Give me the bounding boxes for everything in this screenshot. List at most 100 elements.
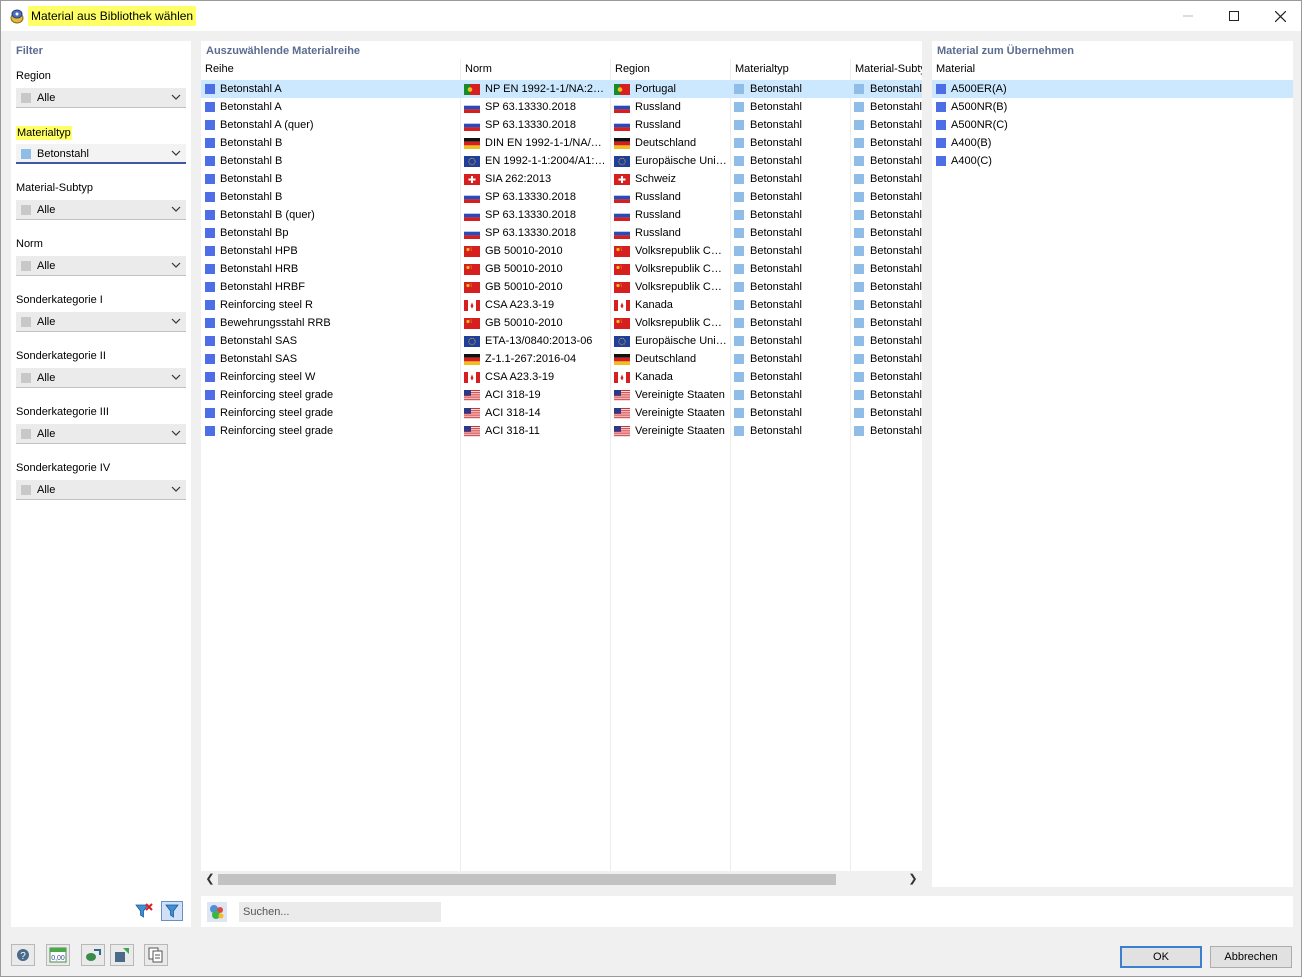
chevron-down-icon	[171, 318, 181, 324]
series-table-row[interactable]: Betonstahl Bp SP 63.13330.2018 Russland Bet…	[201, 224, 922, 242]
flag-ru-icon	[464, 192, 480, 203]
material-type-color-icon	[734, 300, 744, 310]
series-table-row[interactable]: Betonstahl A SP 63.13330.2018 Russland Beto…	[201, 98, 922, 116]
filter-label: Materialtyp	[16, 126, 72, 140]
series-table-row[interactable]: Reinforcing steel grade ACI 318-11 Vereini…	[201, 422, 922, 440]
copy-button[interactable]	[144, 944, 168, 966]
series-name: Betonstahl SAS	[220, 335, 298, 347]
column-header-reihe[interactable]: Reihe	[205, 63, 455, 75]
series-table-row[interactable]: Betonstahl SAS Z-1.1-267:2016-04 Deutschla…	[201, 350, 922, 368]
material-type-color-icon	[734, 354, 744, 364]
material-list-item[interactable]: A500NR(B)	[932, 98, 1293, 116]
series-material-subtype: Betonstahl	[870, 155, 922, 167]
series-norm: GB 50010-2010	[485, 245, 563, 257]
column-header-materialtyp[interactable]: Materialtyp	[735, 63, 845, 75]
series-table-row[interactable]: Betonstahl B SIA 262:2013 Schweiz Betonstah…	[201, 170, 922, 188]
help-button[interactable]: ?	[11, 944, 35, 966]
flag-cn-icon	[614, 282, 630, 293]
column-header-norm[interactable]: Norm	[465, 63, 605, 75]
filter-dropdown[interactable]: Alle	[16, 368, 186, 388]
library-refresh-button[interactable]	[81, 944, 105, 966]
chevron-down-icon	[171, 94, 181, 100]
series-table-row[interactable]: Betonstahl HPB GB 50010-2010 Volksrepublik…	[201, 242, 922, 260]
scroll-right-icon[interactable]: ❯	[906, 873, 920, 885]
series-table-row[interactable]: Reinforcing steel grade ACI 318-14 Vereini…	[201, 404, 922, 422]
series-name: Betonstahl B	[220, 137, 283, 149]
material-subtype-color-icon	[854, 408, 864, 418]
filter-button[interactable]	[161, 901, 183, 921]
series-table-row[interactable]: Reinforcing steel R CSA A23.3-19 Kanada Bet…	[201, 296, 922, 314]
series-norm: GB 50010-2010	[485, 317, 563, 329]
close-button[interactable]	[1257, 1, 1302, 31]
series-material-subtype: Betonstahl	[870, 227, 922, 239]
material-list-item[interactable]: A400(B)	[932, 134, 1293, 152]
scrollbar-thumb[interactable]	[218, 874, 836, 885]
material-type-color-icon	[734, 246, 744, 256]
series-material-subtype: Betonstahl	[870, 371, 922, 383]
material-list-item[interactable]: A400(C)	[932, 152, 1293, 170]
cancel-button[interactable]: Abbrechen	[1210, 946, 1292, 968]
library-import-button[interactable]	[110, 944, 134, 966]
scroll-left-icon[interactable]: ❮	[203, 873, 217, 885]
series-table-row[interactable]: Betonstahl A (quer) SP 63.13330.2018 Russl…	[201, 116, 922, 134]
color-swatch-icon	[21, 373, 31, 383]
material-type-color-icon	[734, 390, 744, 400]
ok-button[interactable]: OK	[1120, 946, 1202, 968]
flag-ru-icon	[464, 102, 480, 113]
minimize-icon	[1183, 15, 1193, 17]
material-subtype-color-icon	[854, 426, 864, 436]
dropdown-value: Alle	[37, 428, 56, 440]
filter-dropdown[interactable]: Alle	[16, 88, 186, 108]
maximize-button[interactable]	[1211, 1, 1257, 31]
series-region: Schweiz	[635, 173, 676, 185]
series-material-type: Betonstahl	[750, 173, 802, 185]
filter-dropdown[interactable]: Alle	[16, 312, 186, 332]
series-material-subtype: Betonstahl	[870, 137, 922, 149]
series-norm: ACI 318-11	[485, 425, 540, 437]
filter-dropdown[interactable]: Betonstahl	[16, 144, 186, 164]
series-table-row[interactable]: Betonstahl A NP EN 1992-1-1/NA:2010-02 Por…	[201, 80, 922, 98]
series-table-row[interactable]: Betonstahl B DIN EN 1992-1-1/NA/A1:2015-1…	[201, 134, 922, 152]
close-icon	[1274, 10, 1286, 22]
filter-dropdown[interactable]: Alle	[16, 424, 186, 444]
dropdown-value: Alle	[37, 316, 56, 328]
series-table-row[interactable]: Betonstahl HRB GB 50010-2010 Volksrepublik…	[201, 260, 922, 278]
series-table-row[interactable]: Bewehrungsstahl RRB GB 50010-2010 Volksrep…	[201, 314, 922, 332]
material-list-item[interactable]: A500ER(A)	[932, 80, 1293, 98]
units-button[interactable]: 0,00	[46, 944, 70, 966]
filter-dropdown[interactable]: Alle	[16, 256, 186, 276]
material-subtype-color-icon	[854, 210, 864, 220]
search-input[interactable]	[239, 902, 441, 922]
filter-dropdown[interactable]: Alle	[16, 200, 186, 220]
horizontal-scrollbar[interactable]: ❮ ❯	[201, 871, 922, 887]
clear-filter-button[interactable]	[133, 901, 155, 921]
series-material-subtype: Betonstahl	[870, 425, 922, 437]
flag-ru-icon	[614, 228, 630, 239]
series-table-row[interactable]: Betonstahl B SP 63.13330.2018 Russland Beto…	[201, 188, 922, 206]
series-table-row[interactable]: Reinforcing steel W CSA A23.3-19 Kanada Bet…	[201, 368, 922, 386]
material-subtype-color-icon	[854, 300, 864, 310]
color-filter-icon[interactable]	[207, 902, 227, 922]
series-name: Reinforcing steel grade	[220, 407, 334, 419]
series-table-row[interactable]: Reinforcing steel grade ACI 318-19 Vereini…	[201, 386, 922, 404]
series-material-type: Betonstahl	[750, 353, 802, 365]
series-table-row[interactable]: Betonstahl B (quer) SP 63.13330.2018 Russl…	[201, 206, 922, 224]
filter-panel-title: Filter	[16, 45, 43, 57]
column-header-material[interactable]: Material	[936, 63, 975, 75]
series-name: Reinforcing steel grade	[220, 425, 334, 437]
series-table-row[interactable]: Betonstahl SAS ETA-13/0840:2013-06 Europäi…	[201, 332, 922, 350]
material-color-icon	[936, 102, 946, 112]
chevron-down-icon	[171, 206, 181, 212]
minimize-button[interactable]	[1165, 1, 1211, 31]
column-header-material-subtyp[interactable]: Material-Subtyp	[855, 63, 922, 75]
column-header-region[interactable]: Region	[615, 63, 725, 75]
filter-dropdown[interactable]: Alle	[16, 480, 186, 500]
series-name: Betonstahl B	[220, 155, 283, 167]
flag-ca-icon	[464, 300, 480, 311]
series-material-type: Betonstahl	[750, 209, 802, 221]
series-norm: SP 63.13330.2018	[485, 209, 576, 221]
material-list-item[interactable]: A500NR(C)	[932, 116, 1293, 134]
series-table-row[interactable]: Betonstahl HRBF GB 50010-2010 Volksrepubli…	[201, 278, 922, 296]
series-material-subtype: Betonstahl	[870, 119, 922, 131]
series-table-row[interactable]: Betonstahl B EN 1992-1-1:2004/A1:2014 Euro…	[201, 152, 922, 170]
